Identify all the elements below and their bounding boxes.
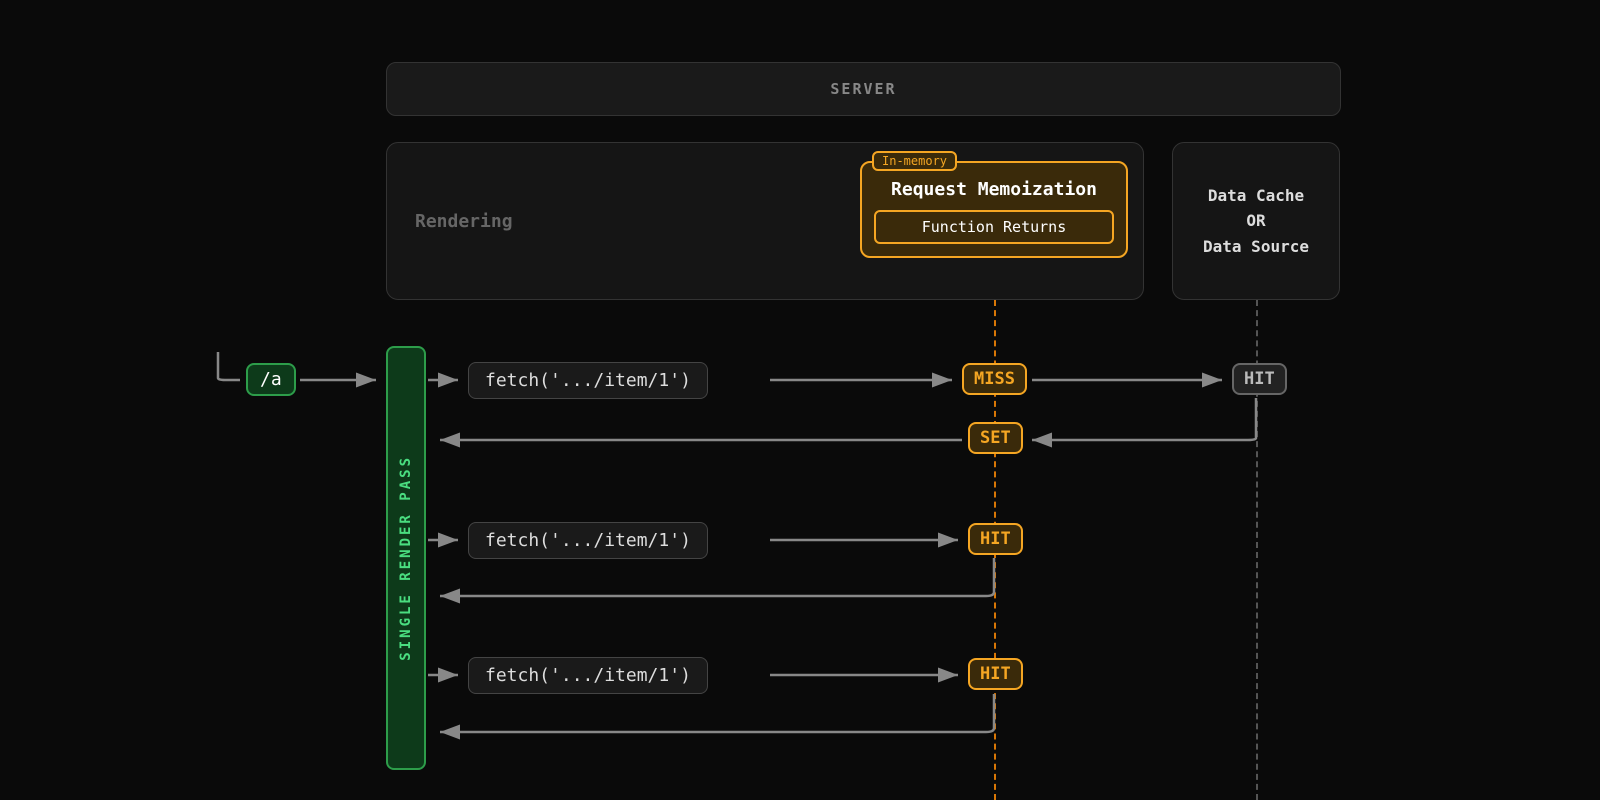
datasource-badge-hit: HIT (1232, 363, 1287, 395)
in-memory-tag: In-memory (872, 151, 957, 171)
route-pill: /a (246, 363, 296, 396)
memo-badge-hit-3: HIT (968, 658, 1023, 690)
memo-badge-set: SET (968, 422, 1023, 454)
render-pass-label: SINGLE RENDER PASS (398, 455, 414, 661)
single-render-pass-bar: SINGLE RENDER PASS (386, 346, 426, 770)
request-memoization-box: In-memory Request Memoization Function R… (860, 161, 1128, 258)
flow-arrows (0, 0, 1600, 800)
fetch-call-3: fetch('.../item/1') (468, 657, 708, 694)
server-header: SERVER (386, 62, 1341, 116)
fetch-call-2: fetch('.../item/1') (468, 522, 708, 559)
memo-badge-hit-2: HIT (968, 523, 1023, 555)
fetch-call-1: fetch('.../item/1') (468, 362, 708, 399)
memo-badge-miss: MISS (962, 363, 1027, 395)
data-cache-panel: Data Cache OR Data Source (1172, 142, 1340, 300)
memo-title: Request Memoization (874, 179, 1114, 200)
function-returns-box: Function Returns (874, 210, 1114, 244)
rendering-label: Rendering (415, 211, 513, 232)
